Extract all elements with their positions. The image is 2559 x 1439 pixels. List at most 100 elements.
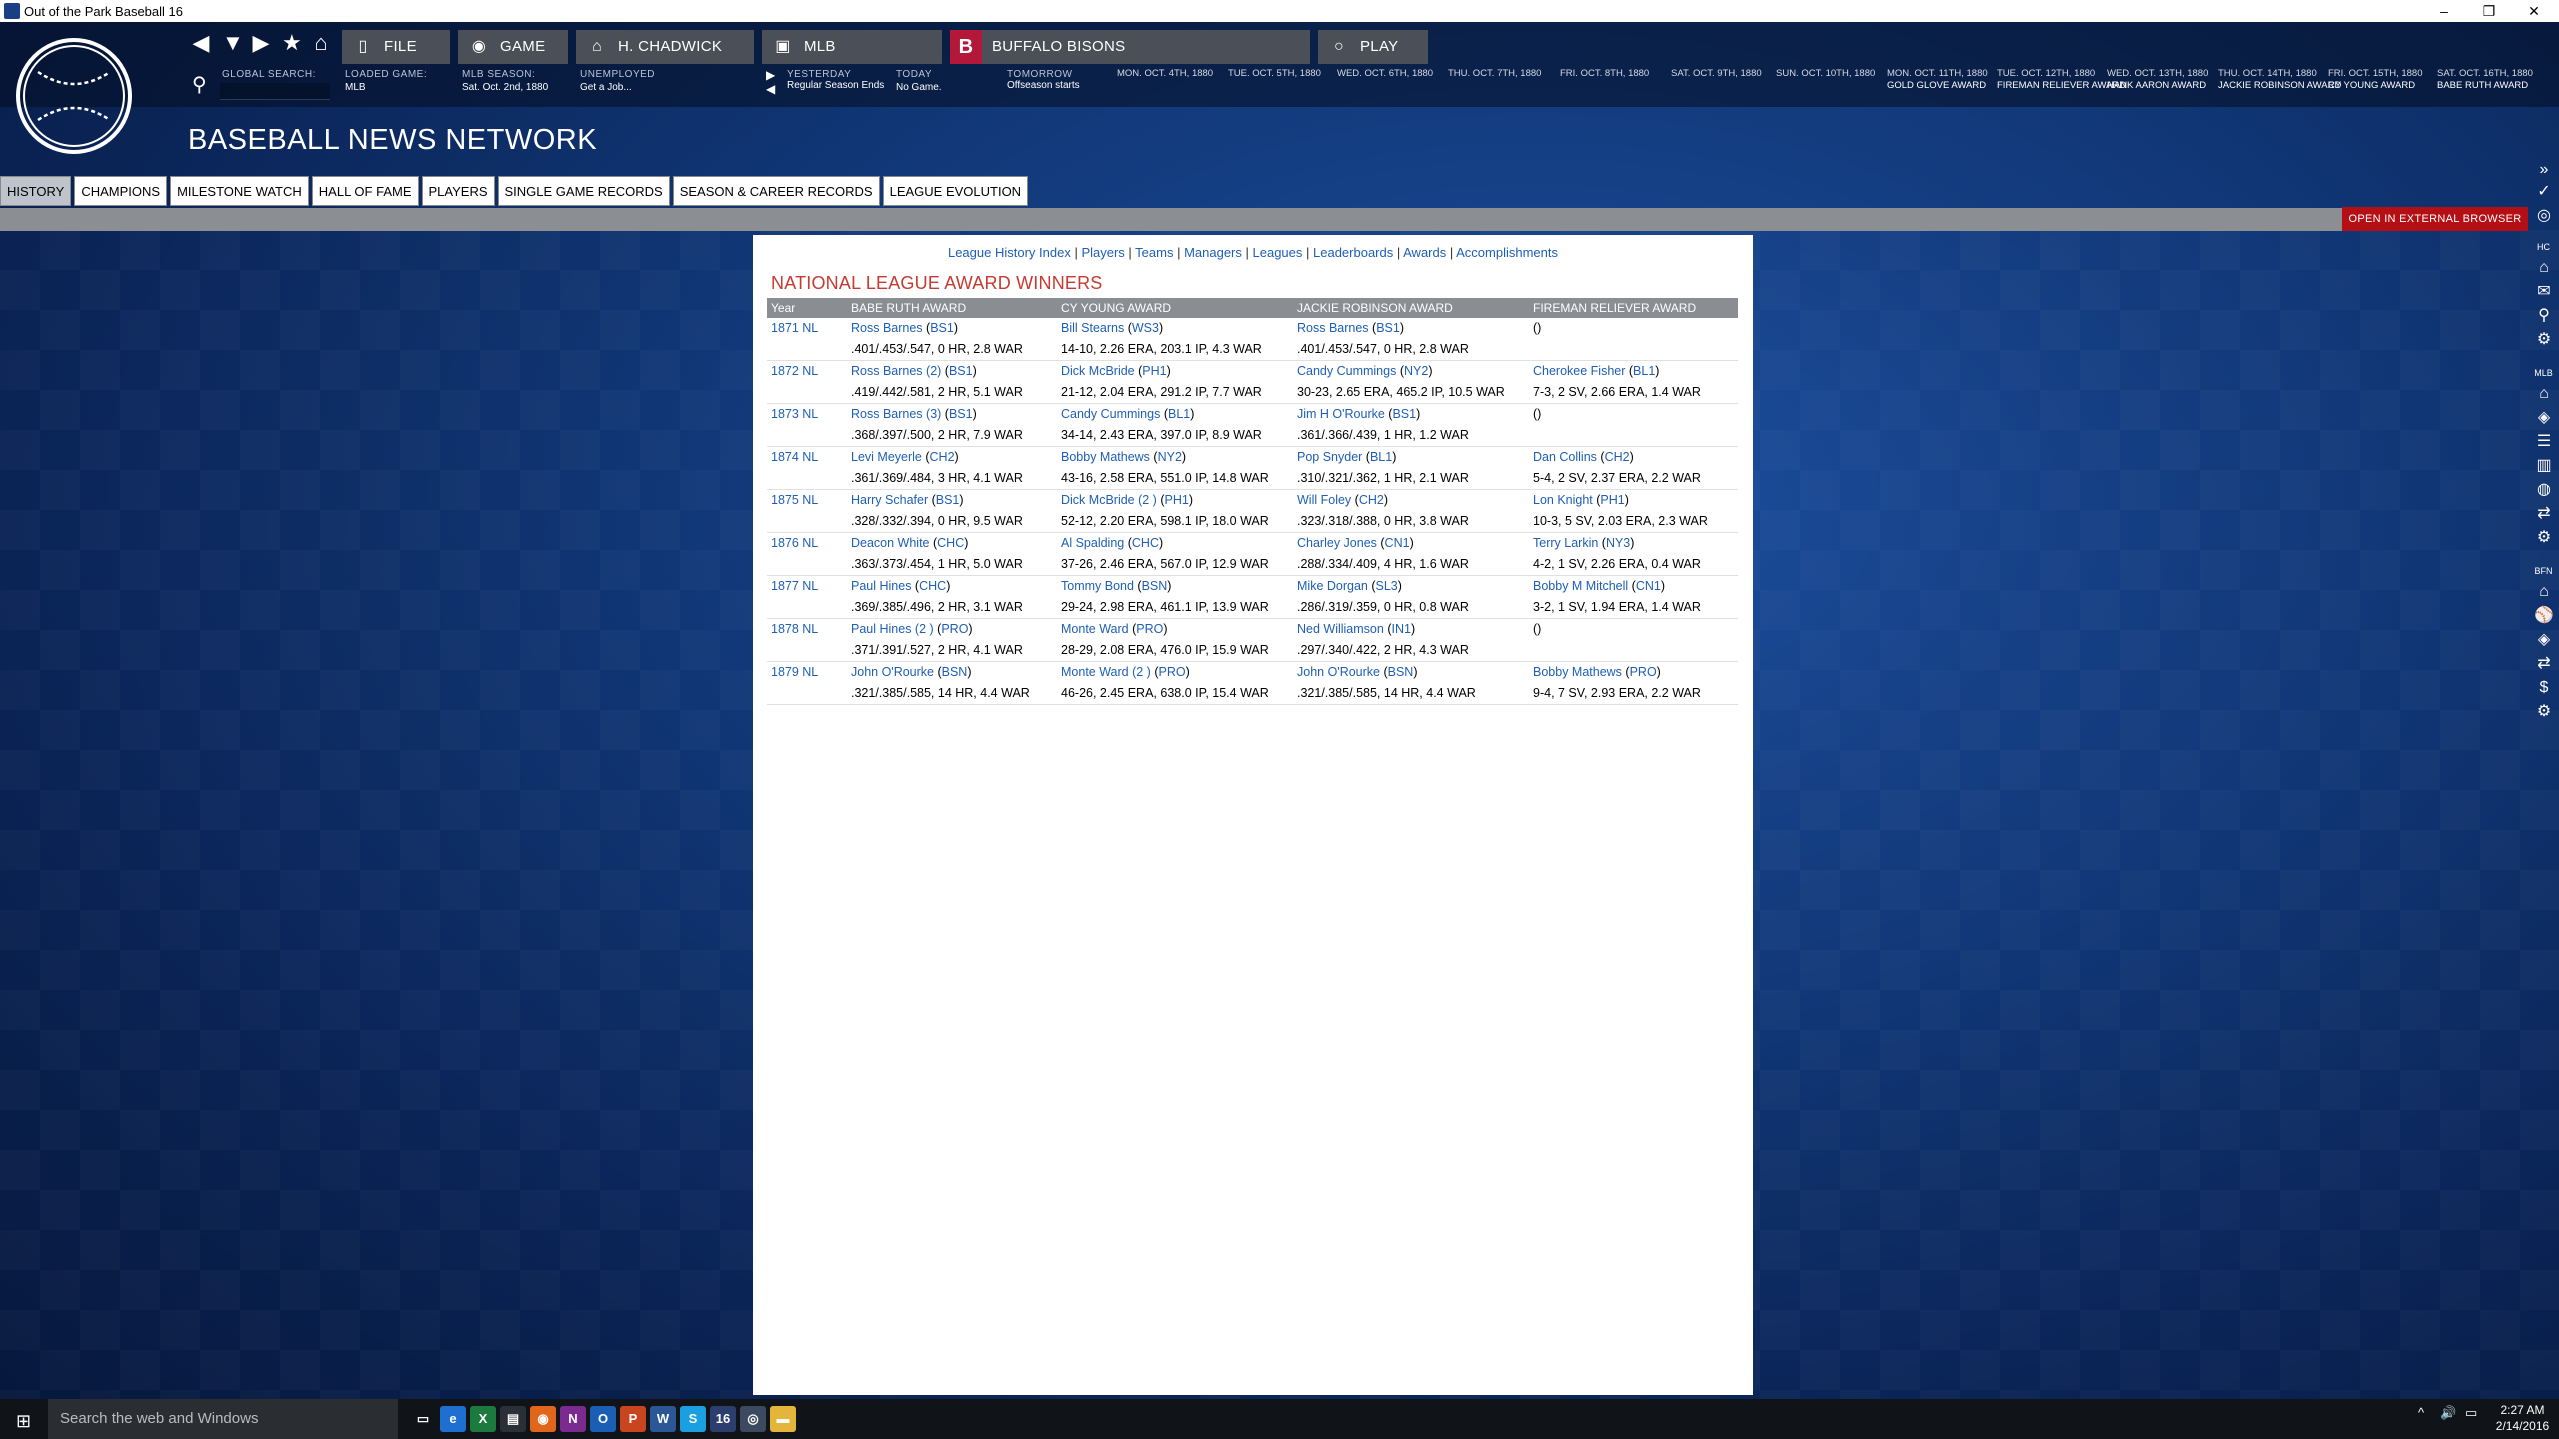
player-link[interactable]: Ross Barnes — [1297, 321, 1369, 335]
team-link[interactable]: BS1 — [936, 493, 960, 507]
prev-day-icon[interactable]: ◀ — [766, 82, 775, 96]
link-accomplishments[interactable]: Accomplishments — [1456, 245, 1558, 260]
player-link[interactable]: Will Foley — [1297, 493, 1351, 507]
home-icon[interactable]: ⌂ — [2534, 258, 2554, 278]
excel-icon[interactable]: X — [470, 1406, 496, 1432]
volume-icon[interactable]: 🔊 — [2440, 1405, 2456, 1421]
taskbar-clock[interactable]: 2:27 AM 2/14/2016 — [2490, 1402, 2555, 1434]
star-icon[interactable]: ★ — [282, 30, 302, 56]
player-link[interactable]: Tommy Bond — [1061, 579, 1134, 593]
team-link[interactable]: BL1 — [1370, 450, 1392, 464]
player-link[interactable]: Monte Ward (2 ) — [1061, 665, 1151, 679]
get-a-job-link[interactable]: Get a Job... — [580, 82, 632, 93]
player-link[interactable]: John O'Rourke — [851, 665, 934, 679]
explorer-icon[interactable]: ▬ — [770, 1406, 796, 1432]
baseball-icon[interactable]: ◍ — [2534, 480, 2554, 500]
team-link[interactable]: IN1 — [1391, 622, 1410, 636]
transfer-icon[interactable]: ⇄ — [2534, 504, 2554, 524]
link-players[interactable]: Players — [1081, 245, 1124, 260]
home-icon[interactable]: ⌂ — [312, 30, 330, 56]
globe-icon[interactable]: ◎ — [2534, 206, 2554, 226]
player-link[interactable]: Pop Snyder — [1297, 450, 1362, 464]
app-disc-icon[interactable]: ◎ — [740, 1406, 766, 1432]
check-icon[interactable]: ✓ — [2534, 182, 2554, 202]
manager-button[interactable]: ⌂ H. CHADWICK — [576, 30, 754, 64]
year-link[interactable]: 1873 NL — [771, 404, 818, 425]
link-league-history-index[interactable]: League History Index — [948, 245, 1071, 260]
diamond-icon[interactable]: ◈ — [2534, 630, 2554, 650]
next-day-icon[interactable]: ▶ — [766, 68, 775, 82]
league-button[interactable]: ▣ MLB — [762, 30, 942, 64]
diamond-icon[interactable]: ◈ — [2534, 408, 2554, 428]
player-link[interactable]: Candy Cummings — [1297, 364, 1396, 378]
baseball-icon[interactable]: ⚾ — [2534, 606, 2554, 626]
team-link[interactable]: BS1 — [1392, 407, 1416, 421]
tab-history[interactable]: HISTORY — [0, 176, 72, 206]
player-link[interactable]: Bobby Mathews — [1061, 450, 1150, 464]
team-link[interactable]: PRO — [1136, 622, 1163, 636]
player-link[interactable]: Jim H O'Rourke — [1297, 407, 1385, 421]
year-link[interactable]: 1872 NL — [771, 361, 818, 382]
team-link[interactable]: BSN — [942, 665, 968, 679]
team-link[interactable]: BL1 — [1633, 364, 1655, 378]
tab-season-career-records[interactable]: SEASON & CAREER RECORDS — [672, 176, 880, 206]
year-link[interactable]: 1871 NL — [771, 318, 818, 339]
task-view-icon[interactable]: ▭ — [410, 1406, 436, 1432]
powerpoint-icon[interactable]: P — [620, 1406, 646, 1432]
team-link[interactable]: BS1 — [930, 321, 954, 335]
team-link[interactable]: CH2 — [1605, 450, 1630, 464]
team-link[interactable]: NY3 — [1606, 536, 1630, 550]
player-link[interactable]: Dan Collins — [1533, 450, 1597, 464]
store-icon[interactable]: ▤ — [500, 1406, 526, 1432]
tab-champions[interactable]: CHAMPIONS — [74, 176, 168, 206]
link-leaderboards[interactable]: Leaderboards — [1313, 245, 1393, 260]
player-link[interactable]: John O'Rourke — [1297, 665, 1380, 679]
year-link[interactable]: 1875 NL — [771, 490, 818, 511]
player-link[interactable]: Terry Larkin — [1533, 536, 1598, 550]
file-button[interactable]: ▯ FILE — [342, 30, 450, 64]
gear-icon[interactable]: ⚙ — [2534, 330, 2554, 350]
player-link[interactable]: Paul Hines (2 ) — [851, 622, 934, 636]
link-awards[interactable]: Awards — [1403, 245, 1446, 260]
transfer-icon[interactable]: ⇄ — [2534, 654, 2554, 674]
tab-milestone-watch[interactable]: MILESTONE WATCH — [170, 176, 309, 206]
team-link[interactable]: NY2 — [1158, 450, 1182, 464]
player-link[interactable]: Ross Barnes — [851, 321, 923, 335]
team-link[interactable]: BL1 — [1168, 407, 1190, 421]
close-button[interactable]: ✕ — [2511, 0, 2557, 22]
baseball-logo-icon[interactable] — [16, 38, 132, 154]
search-icon[interactable]: ⚲ — [192, 72, 207, 97]
taskbar-search-input[interactable]: Search the web and Windows — [48, 1399, 398, 1439]
year-link[interactable]: 1877 NL — [771, 576, 818, 597]
home-icon[interactable]: ⌂ — [2534, 384, 2554, 404]
player-link[interactable]: Candy Cummings — [1061, 407, 1160, 421]
team-link[interactable]: PH1 — [1142, 364, 1166, 378]
tab-hall-of-fame[interactable]: HALL OF FAME — [311, 176, 419, 206]
back-icon[interactable]: ◀ — [192, 30, 210, 56]
team-link[interactable]: PRO — [1158, 665, 1185, 679]
player-link[interactable]: Lon Knight — [1533, 493, 1593, 507]
onenote-icon[interactable]: N — [560, 1406, 586, 1432]
link-managers[interactable]: Managers — [1184, 245, 1242, 260]
restore-button[interactable]: ❐ — [2466, 0, 2512, 22]
firefox-icon[interactable]: ◉ — [530, 1406, 556, 1432]
year-link[interactable]: 1879 NL — [771, 662, 818, 683]
forward-icon[interactable]: ▶ — [252, 30, 270, 56]
player-link[interactable]: Mike Dorgan — [1297, 579, 1368, 593]
dropdown-icon[interactable]: ▼ — [222, 30, 244, 56]
team-link[interactable]: BS1 — [949, 364, 973, 378]
gear-icon[interactable]: ⚙ — [2534, 528, 2554, 548]
team-link[interactable]: BS1 — [949, 407, 973, 421]
team-link[interactable]: CN1 — [1385, 536, 1410, 550]
player-link[interactable]: Harry Schafer — [851, 493, 928, 507]
team-link[interactable]: BS1 — [1376, 321, 1400, 335]
home-icon[interactable]: ⌂ — [2534, 582, 2554, 602]
minimize-button[interactable]: – — [2421, 0, 2467, 22]
game-button[interactable]: ◉ GAME — [458, 30, 568, 64]
player-link[interactable]: Levi Meyerle — [851, 450, 922, 464]
player-link[interactable]: Cherokee Fisher — [1533, 364, 1625, 378]
tab-league-evolution[interactable]: LEAGUE EVOLUTION — [882, 176, 1029, 206]
team-link[interactable]: PH1 — [1600, 493, 1624, 507]
team-link[interactable]: CN1 — [1636, 579, 1661, 593]
link-leagues[interactable]: Leagues — [1253, 245, 1303, 260]
